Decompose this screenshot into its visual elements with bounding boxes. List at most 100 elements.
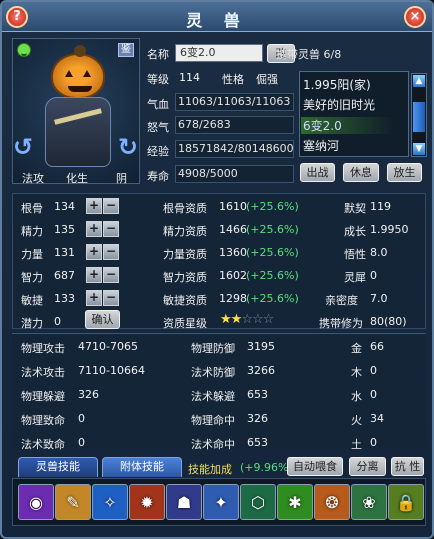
- aptitude-label: 敏捷资质: [163, 294, 207, 307]
- tab-pet-skills[interactable]: 灵兽技能: [18, 457, 98, 477]
- nature-label: 性格: [222, 73, 244, 86]
- lock-icon[interactable]: 🔒: [388, 484, 424, 520]
- scroll-up-icon[interactable]: ▲: [413, 75, 425, 87]
- stat-value: 131: [54, 246, 75, 259]
- life-value: 4908/5000: [175, 165, 294, 183]
- aptitude-label: 精力资质: [163, 225, 207, 238]
- smile-icon: [17, 43, 31, 57]
- battle-value: 0: [78, 412, 85, 425]
- feather-icon[interactable]: ✎: [55, 484, 91, 520]
- attribute-label: 默契: [344, 202, 366, 215]
- skill-tabs: 灵兽技能 附体技能 技能加成 (+9.96%) 自动喂食 分离 抗 性: [12, 457, 426, 477]
- element-label: 金: [351, 342, 362, 355]
- separate-button[interactable]: 分离: [349, 457, 386, 476]
- aptitude-label: 智力资质: [163, 271, 207, 284]
- aptitude-value: 1298: [219, 292, 247, 305]
- anger-label: 怒气: [147, 121, 169, 134]
- stat-value: 0: [54, 315, 61, 328]
- stat-value: 687: [54, 269, 75, 282]
- exp-value: 18571842/80148600: [175, 140, 294, 158]
- green-aura-icon[interactable]: ✱: [277, 484, 313, 520]
- pet-item-selected[interactable]: 6变2.0: [301, 117, 395, 134]
- close-button[interactable]: ×: [404, 6, 426, 28]
- aptitude-value: 1610: [219, 200, 247, 213]
- aptitude-value: 1602: [219, 269, 247, 282]
- nature-value: 倔强: [256, 73, 278, 86]
- tag-attack-type: 法攻: [22, 172, 44, 185]
- battle-value: 0: [78, 436, 85, 449]
- skill-bonus-label: 技能加成: [188, 463, 232, 476]
- minus-button[interactable]: −: [103, 267, 119, 283]
- element-label: 木: [351, 366, 362, 379]
- star-empty-icon: ☆: [262, 312, 275, 327]
- rotate-right-icon[interactable]: ↻: [118, 133, 138, 161]
- battle-value: 4710-7065: [78, 340, 138, 353]
- aptitude-bonus: (+25.6%): [246, 223, 299, 236]
- aptitude-bonus: (+25.6%): [246, 200, 299, 213]
- element-label: 火: [351, 414, 362, 427]
- resistance-button[interactable]: 抗 性: [391, 457, 424, 476]
- window-title: 灵 兽: [186, 11, 248, 30]
- element-value: 0: [370, 436, 377, 449]
- stat-value: 135: [54, 223, 75, 236]
- plus-button[interactable]: +: [86, 244, 102, 260]
- scroll-down-icon[interactable]: ▼: [413, 143, 425, 155]
- minus-button[interactable]: −: [103, 198, 119, 214]
- name-field[interactable]: 6变2.0: [175, 44, 263, 62]
- fire-burst-icon[interactable]: ✹: [129, 484, 165, 520]
- aptitude-label: 根骨资质: [163, 202, 207, 215]
- aptitude-bonus: (+25.6%): [246, 269, 299, 282]
- star-label: 资质星级: [163, 317, 207, 330]
- rotate-left-icon[interactable]: ↺: [13, 133, 33, 161]
- pet-list[interactable]: 1.995阳(家) 美好的旧时光 6变2.0 塞纳河: [299, 71, 409, 157]
- stat-label: 智力: [21, 271, 43, 284]
- green-shield-icon[interactable]: ⬡: [240, 484, 276, 520]
- release-button[interactable]: 放生: [387, 163, 422, 182]
- stat-label: 敏捷: [21, 294, 43, 307]
- scroll-thumb[interactable]: [413, 102, 425, 132]
- seal-button[interactable]: 鉴: [118, 43, 134, 57]
- shadow-orb-icon[interactable]: ◉: [18, 484, 54, 520]
- element-value: 66: [370, 340, 384, 353]
- attribute-label: 成长: [344, 225, 366, 238]
- aptitude-value: 1360: [219, 246, 247, 259]
- deploy-button[interactable]: 出战: [300, 163, 335, 182]
- battle-label: 法术防御: [191, 366, 235, 379]
- minus-button[interactable]: −: [103, 221, 119, 237]
- name-label: 名称: [147, 48, 169, 61]
- rest-button[interactable]: 休息: [343, 163, 379, 182]
- battle-value: 3195: [247, 340, 275, 353]
- tab-attach-skills[interactable]: 附体技能: [102, 457, 182, 477]
- pet-item[interactable]: 塞纳河: [303, 137, 339, 154]
- ice-shard-icon[interactable]: ✧: [92, 484, 128, 520]
- level-label: 等级: [147, 73, 169, 86]
- stat-label: 潜力: [21, 317, 43, 330]
- pet-item[interactable]: 美好的旧时光: [303, 96, 375, 113]
- auto-feed-button[interactable]: 自动喂食: [287, 457, 343, 476]
- lotus-icon[interactable]: ❀: [351, 484, 387, 520]
- lightning-icon[interactable]: ✦: [203, 484, 239, 520]
- minus-button[interactable]: −: [103, 290, 119, 306]
- battle-label: 物理致命: [21, 414, 65, 427]
- pet-item[interactable]: 1.995阳(家): [303, 76, 371, 93]
- pet-portrait: 鉴 ↺ ↻: [12, 38, 140, 184]
- star-empty-icon: ☆: [251, 312, 264, 327]
- battle-label: 物理躲避: [21, 390, 65, 403]
- minus-button[interactable]: −: [103, 244, 119, 260]
- battle-label: 物理防御: [191, 342, 235, 355]
- pet-list-scrollbar[interactable]: ▲ ▼: [411, 73, 427, 157]
- star-empty-icon: ☆: [241, 312, 253, 327]
- pet-window: ? 灵 兽 × 鉴 ↺ ↻ 法攻 化生 阴 名称 6变2.0 改 等级 114 …: [0, 0, 434, 539]
- exp-label: 经验: [147, 145, 169, 158]
- attribute-label: 携带修为: [319, 317, 363, 330]
- plus-button[interactable]: +: [86, 198, 102, 214]
- plus-button[interactable]: +: [86, 290, 102, 306]
- confirm-button[interactable]: 确认: [85, 310, 120, 329]
- attribute-label: 悟性: [344, 248, 366, 261]
- plus-button[interactable]: +: [86, 267, 102, 283]
- attribute-value: 119: [370, 200, 391, 213]
- ghost-icon[interactable]: ☗: [166, 484, 202, 520]
- plus-button[interactable]: +: [86, 221, 102, 237]
- claw-icon[interactable]: ❂: [314, 484, 350, 520]
- stat-label: 根骨: [21, 202, 43, 215]
